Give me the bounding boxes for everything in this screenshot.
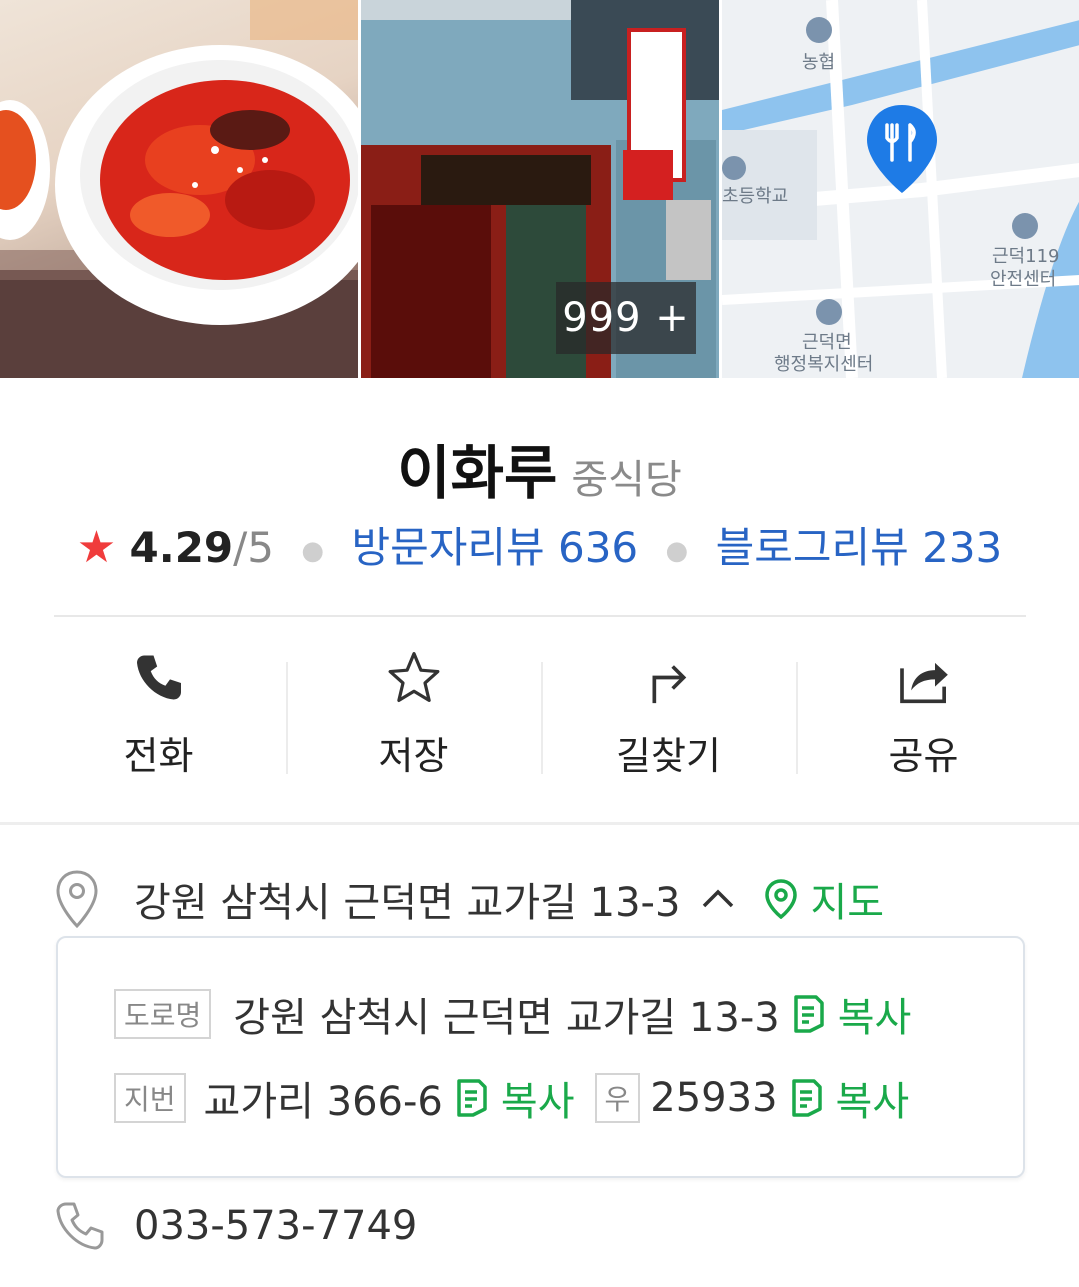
map-link-label: 지도 (810, 880, 885, 926)
save-label: 저장 (378, 734, 449, 778)
divider (54, 615, 1026, 617)
chevron-up-icon[interactable] (698, 879, 738, 919)
lot-address-line: 지번 교가리 366-6 복사 우 25933 복사 (114, 1070, 909, 1126)
directions-icon (652, 665, 686, 704)
lot-address-tag: 지번 (114, 1073, 186, 1123)
map-label-school: 초등학교 (722, 186, 788, 207)
location-pin-icon (56, 870, 98, 929)
rating-score: 4.29 (129, 523, 234, 572)
lot-address-value: 교가리 366-6 (203, 1079, 443, 1125)
directions-button[interactable]: 길찾기 (541, 650, 796, 780)
visitor-review-link[interactable]: 방문자리뷰 636 (351, 523, 638, 572)
blog-review-link[interactable]: 블로그리뷰 233 (716, 523, 1003, 572)
star-outline-icon (388, 652, 439, 703)
place-header: 이화루 중식당 (0, 426, 1079, 510)
call-label: 전화 (123, 734, 194, 778)
call-button[interactable]: 전화 (31, 650, 286, 780)
map-illustration: 농협 초등학교 근덕119 안전센터 근덕면 행정복지센터 (722, 0, 1079, 378)
map-label-nonghyup: 농협 (802, 52, 835, 73)
map-thumbnail[interactable]: 농협 초등학교 근덕119 안전센터 근덕면 행정복지센터 (722, 0, 1079, 378)
copy-icon (791, 1079, 822, 1117)
save-button[interactable]: 저장 (286, 650, 541, 780)
rating-star-icon: ★ (76, 522, 117, 573)
rating-max: /5 (233, 523, 275, 572)
storefront-photo[interactable]: 999 + (361, 0, 719, 378)
address-text: 강원 삼척시 근덕면 교가길 13-3 (134, 880, 681, 926)
copy-road-address-button[interactable]: 복사 (792, 985, 912, 1043)
address-detail-box: 도로명 강원 삼척시 근덕면 교가길 13-3 복사 지번 교가리 366-6 … (56, 936, 1025, 1178)
map-link[interactable]: 지도 (764, 870, 884, 928)
share-label: 공유 (888, 734, 959, 778)
phone-icon (136, 655, 181, 700)
map-label-fire-station: 근덕119 (992, 246, 1059, 267)
phone-row[interactable]: 033-573-7749 (54, 1196, 417, 1256)
section-divider (0, 822, 1079, 825)
place-name: 이화루 (397, 439, 558, 507)
map-label-safety-center: 안전센터 (990, 269, 1056, 290)
share-button[interactable]: 공유 (796, 650, 1051, 780)
photo-strip[interactable]: 999 + 농협 초등학교 근덕119 안전센터 근덕면 행정복지센터 (0, 0, 1079, 378)
separator-dot: ● (301, 535, 325, 566)
copy-zip-code-button[interactable]: 복사 (790, 1069, 910, 1127)
zip-code-value: 25933 (650, 1075, 778, 1121)
action-bar: 전화 저장 길찾기 공유 (31, 650, 1051, 780)
copy-label: 복사 (835, 1079, 910, 1125)
rating-row: ★ 4.29/5 ● 방문자리뷰 636 ● 블로그리뷰 233 (0, 514, 1079, 575)
copy-icon (457, 1079, 487, 1117)
map-label-geundeok: 근덕면 (802, 332, 852, 353)
separator-dot: ● (665, 535, 689, 566)
map-pin-icon (765, 879, 798, 919)
copy-label: 복사 (500, 1079, 575, 1125)
place-category: 중식당 (571, 457, 682, 503)
share-icon (899, 662, 948, 704)
map-label-admin-center: 행정복지센터 (774, 354, 873, 375)
copy-label: 복사 (837, 995, 912, 1041)
directions-label: 길찾기 (616, 734, 721, 778)
food-illustration (0, 0, 358, 378)
phone-outline-icon (56, 1202, 104, 1250)
copy-lot-address-button[interactable]: 복사 (455, 1069, 575, 1127)
food-photo[interactable] (0, 0, 358, 378)
address-row[interactable]: 강원 삼척시 근덕면 교가길 13-3 지도 (54, 866, 884, 932)
copy-icon (793, 995, 824, 1033)
photo-count-badge[interactable]: 999 + (556, 282, 696, 354)
road-address-line: 도로명 강원 삼척시 근덕면 교가길 13-3 복사 (114, 986, 911, 1042)
phone-number: 033-573-7749 (134, 1203, 418, 1249)
zip-code-tag: 우 (594, 1073, 641, 1123)
road-address-value: 강원 삼척시 근덕면 교가길 13-3 (233, 995, 780, 1041)
road-address-tag: 도로명 (114, 989, 212, 1039)
